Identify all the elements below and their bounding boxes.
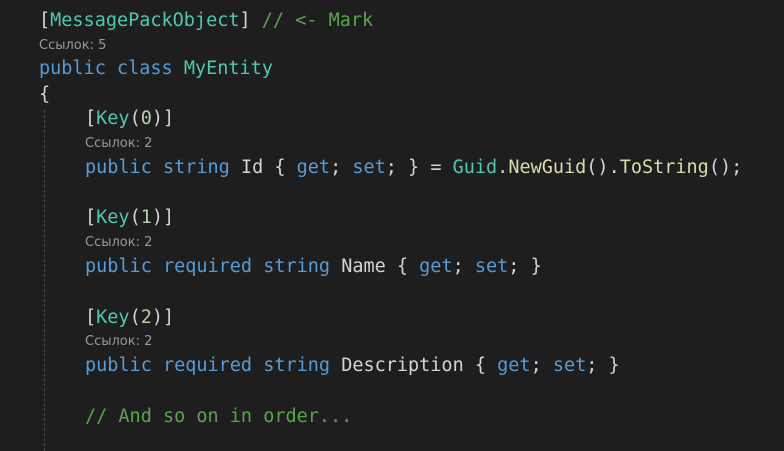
key1-open-bracket: [: [85, 207, 97, 228]
keyword-public: public: [39, 58, 106, 79]
codelens-name-references[interactable]: Ссылок: 2: [85, 234, 152, 252]
key0-close-paren: ): [151, 108, 163, 129]
keyword-class: class: [116, 58, 173, 79]
key2-name: Key: [96, 307, 130, 328]
key1-close-bracket: ]: [162, 207, 175, 228]
keyword-get: get: [497, 355, 531, 376]
prop-name-close-brace: }: [530, 256, 542, 277]
code-line-key0[interactable]: [Key(0)]: [85, 106, 174, 132]
key0-open-bracket: [: [85, 108, 97, 129]
indent-guide: [44, 110, 45, 451]
keyword-set: set: [352, 157, 386, 178]
codelens-class-references[interactable]: Ссылок: 5: [39, 37, 106, 55]
code-line-key2[interactable]: [Key(2)]: [85, 305, 174, 331]
keyword-string: string: [263, 355, 331, 376]
prop-id-open-brace: {: [274, 157, 286, 178]
key0-name: Key: [96, 108, 130, 129]
trailing-comment: // And so on in order...: [85, 406, 353, 427]
prop-description-name: Description: [341, 355, 464, 376]
keyword-public: public: [85, 256, 152, 277]
parens: (): [586, 157, 609, 178]
keyword-get: get: [296, 157, 331, 178]
keyword-get: get: [419, 256, 453, 277]
key2-close-bracket: ]: [162, 307, 175, 328]
key1-open-paren: (: [129, 207, 141, 228]
method-tostring: ToString: [619, 157, 709, 178]
keyword-string: string: [162, 157, 230, 178]
open-brace: {: [39, 84, 51, 105]
codelens-description-references[interactable]: Ссылок: 2: [85, 333, 152, 351]
prop-description-open-brace: {: [474, 355, 486, 376]
semicolon: ;: [452, 256, 464, 277]
attr-open-bracket: [: [39, 10, 51, 31]
key0-open-paren: (: [129, 108, 141, 129]
code-editor[interactable]: [MessagePackObject] // <- Mark Ссылок: 5…: [0, 0, 784, 451]
code-line-prop-description[interactable]: public required string Description { get…: [85, 353, 620, 379]
parens-semicolon: ();: [708, 157, 743, 178]
semicolon: ;: [586, 355, 598, 376]
key1-name: Key: [96, 207, 130, 228]
type-guid: Guid: [452, 157, 498, 178]
code-line-attribute[interactable]: [MessagePackObject] // <- Mark: [39, 8, 373, 34]
prop-id-name: Id: [240, 157, 264, 178]
key2-number: 2: [140, 307, 152, 328]
dot: .: [497, 157, 509, 178]
key2-close-paren: ): [151, 307, 163, 328]
assign-operator: =: [430, 157, 442, 178]
prop-id-close-brace: }: [408, 157, 420, 178]
attr-name: MessagePackObject: [50, 10, 240, 31]
key1-number: 1: [140, 207, 152, 228]
prop-name-name: Name: [341, 256, 386, 277]
attr-close-bracket: ]: [239, 10, 251, 31]
keyword-string: string: [263, 256, 331, 277]
keyword-required: required: [162, 355, 253, 376]
code-line-key1[interactable]: [Key(1)]: [85, 205, 174, 231]
code-line-prop-name[interactable]: public required string Name { get; set; …: [85, 254, 542, 280]
key2-open-paren: (: [129, 307, 141, 328]
keyword-set: set: [552, 355, 587, 376]
code-line-open-brace[interactable]: {: [39, 82, 50, 108]
key2-open-bracket: [: [85, 307, 97, 328]
attr-comment: // <- Mark: [261, 10, 374, 31]
semicolon: ;: [530, 355, 542, 376]
method-newguid: NewGuid: [508, 157, 587, 178]
keyword-public: public: [85, 355, 152, 376]
keyword-set: set: [474, 256, 509, 277]
key0-number: 0: [140, 108, 152, 129]
codelens-id-references[interactable]: Ссылок: 2: [85, 135, 152, 153]
dot: .: [608, 157, 620, 178]
semicolon: ;: [508, 256, 520, 277]
code-line-class[interactable]: public class MyEntity: [39, 56, 273, 82]
semicolon: ;: [330, 157, 342, 178]
keyword-required: required: [162, 256, 253, 277]
keyword-public: public: [85, 157, 152, 178]
semicolon: ;: [385, 157, 397, 178]
prop-name-open-brace: {: [396, 256, 409, 277]
code-line-comment[interactable]: // And so on in order...: [85, 404, 352, 430]
class-name: MyEntity: [183, 58, 273, 79]
key0-close-bracket: ]: [162, 108, 175, 129]
code-line-prop-id[interactable]: public string Id { get; set; } = Guid.Ne…: [85, 155, 742, 181]
prop-description-close-brace: }: [608, 355, 620, 376]
key1-close-paren: ): [151, 207, 163, 228]
